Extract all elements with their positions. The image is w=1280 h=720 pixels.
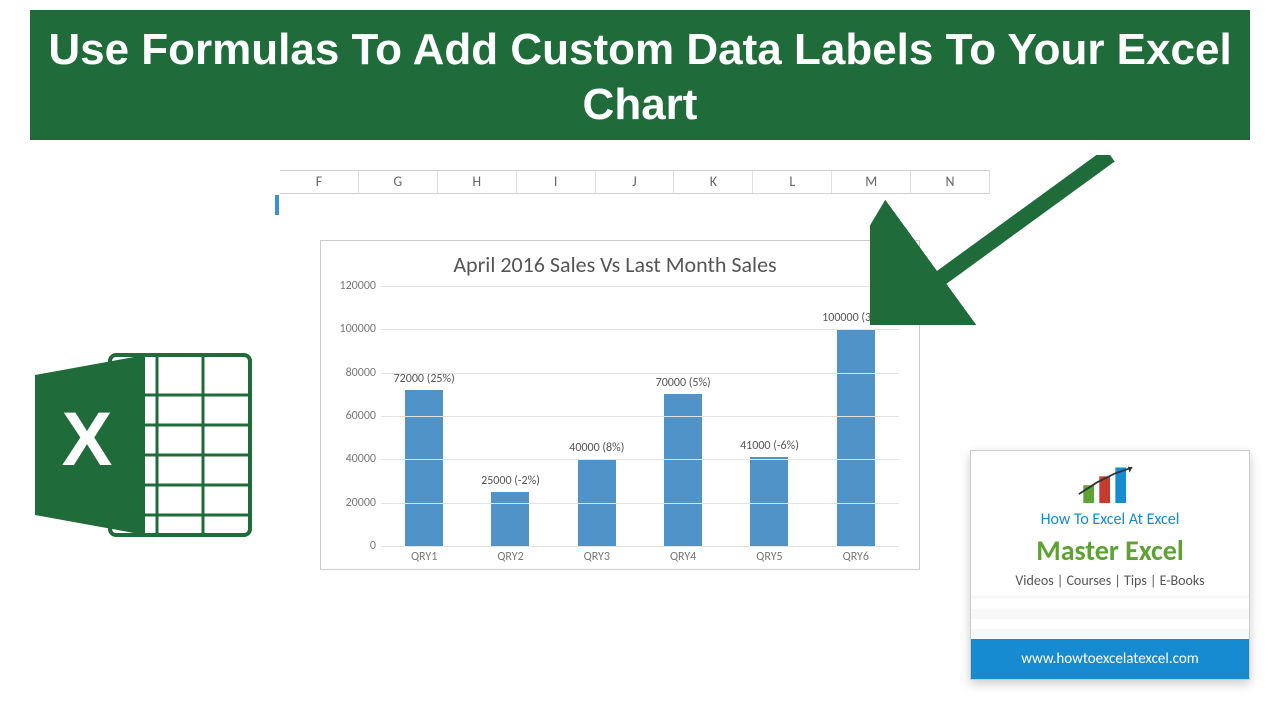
chart-bar [405,390,443,546]
chart-data-label: 25000 (-2%) [481,474,540,488]
chart-x-axis: QRY1 QRY2 QRY3 QRY4 QRY5 QRY6 [381,550,899,564]
title-banner: Use Formulas To Add Custom Data Labels T… [30,10,1250,140]
chart-data-label: 70000 (5%) [656,376,711,390]
column-header: H [438,171,517,193]
chart-bar [837,329,875,546]
chart-x-tick: QRY2 [474,550,547,564]
chart-gridline [381,503,899,504]
column-header: G [359,171,438,193]
promo-mini-chart-icon [1070,463,1150,508]
chart-data-label: 40000 (8%) [569,441,624,455]
chart-bar [491,492,529,546]
chart-gridline [381,546,899,547]
chart-gridline [381,286,899,287]
chart-data-label: 41000 (-6%) [740,439,799,453]
chart-bar-slot: 100000 (31%) [820,329,893,546]
banner-title: Use Formulas To Add Custom Data Labels T… [48,25,1231,129]
chart-y-tick: 20000 [331,496,376,510]
column-header: L [753,171,832,193]
promo-subhead: Videos | Courses | Tips | E-Books [1015,572,1204,589]
column-header: I [517,171,596,193]
chart-bar [664,394,702,546]
chart-gridline [381,459,899,460]
chart-title: April 2016 Sales Vs Last Month Sales [331,251,899,278]
column-header: K [674,171,753,193]
chart-bar-slot: 25000 (-2%) [474,492,547,546]
column-header: N [911,171,990,193]
chart-bar [750,457,788,546]
chart-data-label: 100000 (31%) [822,311,889,325]
chart-data-label: 72000 (25%) [394,372,455,386]
column-header: M [832,171,911,193]
chart-plot-area: 72000 (25%)25000 (-2%)40000 (8%)70000 (5… [381,286,899,546]
chart-y-tick: 80000 [331,366,376,380]
chart-x-tick: QRY6 [820,550,893,564]
chart-x-tick: QRY5 [733,550,806,564]
chart-gridline [381,416,899,417]
chart-y-tick: 40000 [331,452,376,466]
chart-y-tick: 120000 [331,279,376,293]
promo-tagline: How To Excel At Excel [1041,510,1180,529]
chart-x-tick: QRY4 [647,550,720,564]
promo-spreadsheet-bg [971,595,1249,640]
chart-bar-slot: 41000 (-6%) [733,457,806,546]
promo-card: How To Excel At Excel Master Excel Video… [970,450,1250,680]
chart-gridline [381,329,899,330]
excel-logo-icon: X [35,345,265,545]
chart-x-tick: QRY3 [561,550,634,564]
chart-x-tick: QRY1 [388,550,461,564]
chart-bar-slot: 70000 (5%) [647,394,720,546]
column-header: F [280,171,359,193]
chart-y-tick: 0 [331,539,376,553]
active-cell-indicator [275,195,279,215]
bar-chart: April 2016 Sales Vs Last Month Sales 720… [320,240,920,570]
chart-y-tick: 60000 [331,409,376,423]
svg-text:X: X [62,397,113,482]
chart-y-tick: 100000 [331,322,376,336]
chart-bar-slot: 72000 (25%) [388,390,461,546]
chart-gridline [381,373,899,374]
promo-url: www.howtoexcelatexcel.com [971,639,1249,679]
promo-heading: Master Excel [1036,533,1183,568]
column-header: J [596,171,675,193]
spreadsheet-column-headers: FGHIJKLMN [280,170,990,194]
